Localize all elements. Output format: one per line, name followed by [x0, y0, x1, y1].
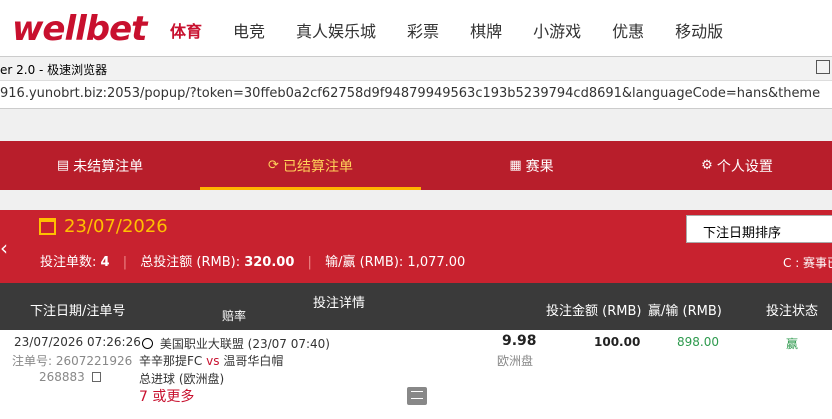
total-stake-value: 320.00 — [244, 255, 295, 270]
nav-mini-games[interactable]: 小游戏 — [533, 18, 581, 42]
bet-stats: 投注单数: 4 | 总投注额 (RMB): 320.00 | 输/赢 (RMB)… — [40, 255, 466, 270]
bet-id-line2: 268883 — [39, 370, 101, 384]
selected-date[interactable]: 23/07/2026 — [64, 216, 168, 237]
tab-unsettled-bets[interactable]: ▤ 未结算注单 — [0, 141, 200, 190]
url-text[interactable]: 916.yunobrt.biz:2053/popup/?token=30ffeb… — [0, 86, 820, 101]
count-label: 投注单数: — [40, 255, 97, 270]
bet-id-part1: 2607221926 — [55, 354, 133, 368]
bet-id-line: 注单号: 2607221926 — [12, 352, 132, 369]
tab-label: 未结算注单 — [73, 158, 144, 175]
spacer — [0, 109, 832, 141]
list-icon: ▤ — [56, 158, 70, 173]
nav-sports[interactable]: 体育 — [170, 18, 202, 42]
away-team: 温哥华白帽 — [223, 354, 284, 368]
wellbet-logo[interactable]: wellbet — [12, 9, 147, 49]
window-title: er 2.0 - 极速浏览器 — [0, 63, 108, 77]
nav-live-casino[interactable]: 真人娱乐城 — [296, 18, 376, 42]
bet-id-part2: 268883 — [39, 370, 85, 384]
tab-settled-bets[interactable]: ⟳ 已结算注单 — [200, 141, 421, 190]
bet-tabs: ▤ 未结算注单 ⟳ 已结算注单 ▦ 赛果 ⚙ 个人设置 — [0, 141, 832, 190]
tab-personal-settings[interactable]: ⚙ 个人设置 — [642, 141, 832, 190]
copy-icon[interactable] — [91, 372, 101, 382]
date-summary-panel: ‹ 23/07/2026 投注单数: 4 | 总投注额 (RMB): 320.0… — [0, 210, 832, 283]
scoreboard-icon: ▦ — [509, 158, 522, 173]
winloss-value: 1,077.00 — [407, 255, 466, 270]
nav-lottery[interactable]: 彩票 — [407, 18, 439, 42]
header-winloss: 赢/输 (RMB) — [648, 304, 722, 319]
main-nav: 体育 电竞 真人娱乐城 彩票 棋牌 小游戏 优惠 移动版 — [170, 18, 754, 42]
table-header: 下注日期/注单号 投注详情 赔率 投注金额 (RMB) 赢/输 (RMB) 投注… — [0, 283, 832, 330]
sort-dropdown[interactable]: 下注日期排序 — [686, 215, 832, 243]
league-name: 美国职业大联盟 (23/07 07:40) — [159, 337, 330, 351]
gear-icon: ⚙ — [701, 158, 713, 173]
address-bar[interactable]: 916.yunobrt.biz:2053/popup/?token=30ffeb… — [0, 81, 832, 109]
maximize-icon[interactable] — [816, 60, 830, 74]
odds-value: 9.98 — [502, 333, 537, 349]
tab-label: 个人设置 — [716, 158, 773, 175]
total-stake-label: 总投注额 (RMB): — [140, 255, 241, 270]
match-teams: 辛辛那提FC vs 温哥华白帽 — [139, 352, 283, 369]
chevron-left-icon[interactable]: ‹ — [0, 236, 8, 260]
nav-promotions[interactable]: 优惠 — [612, 18, 644, 42]
header-stake: 投注金额 (RMB) — [546, 304, 642, 319]
nav-card-games[interactable]: 棋牌 — [470, 18, 502, 42]
header-date-id: 下注日期/注单号 — [30, 304, 126, 319]
winloss-value: 898.00 — [677, 335, 719, 349]
bet-id-label: 注单号: — [12, 354, 53, 368]
message-icon[interactable] — [407, 387, 427, 405]
nav-mobile[interactable]: 移动版 — [675, 18, 723, 42]
tab-label: 赛果 — [525, 158, 554, 175]
site-header: wellbet 体育 电竞 真人娱乐城 彩票 棋牌 小游戏 优惠 移动版 — [0, 0, 832, 56]
spacer — [0, 190, 832, 210]
header-odds: 赔率 — [222, 309, 247, 323]
bet-status: 赢 — [786, 337, 799, 351]
refresh-icon: ⟳ — [268, 158, 279, 173]
soccer-ball-icon — [142, 338, 153, 349]
count-value: 4 — [100, 255, 110, 270]
nav-esports[interactable]: 电竞 — [233, 18, 265, 42]
header-status: 投注状态 — [766, 304, 819, 319]
tab-results[interactable]: ▦ 赛果 — [421, 141, 642, 190]
calendar-icon[interactable] — [39, 218, 56, 235]
header-details: 投注详情 — [313, 296, 366, 311]
vs-label: vs — [206, 354, 220, 368]
table-row: 23/07/2026 07:26:26 注单号: 2607221926 2688… — [0, 330, 832, 419]
popup-window-titlebar: er 2.0 - 极速浏览器 — [0, 56, 832, 81]
bet-datetime: 23/07/2026 07:26:26 — [14, 335, 141, 349]
league-line: 美国职业大联盟 (23/07 07:40) — [142, 335, 330, 352]
event-scope-note: C : 赛事已 — [783, 256, 832, 270]
winloss-label: 输/赢 (RMB): — [325, 255, 404, 270]
tab-label: 已结算注单 — [282, 158, 353, 175]
stake-value: 100.00 — [594, 335, 641, 349]
bet-market: 总进球 (欧洲盘) — [139, 372, 225, 386]
home-team: 辛辛那提FC — [139, 354, 203, 368]
bet-selection: 7 或更多 — [139, 389, 195, 405]
odds-type: 欧洲盘 — [497, 354, 534, 368]
